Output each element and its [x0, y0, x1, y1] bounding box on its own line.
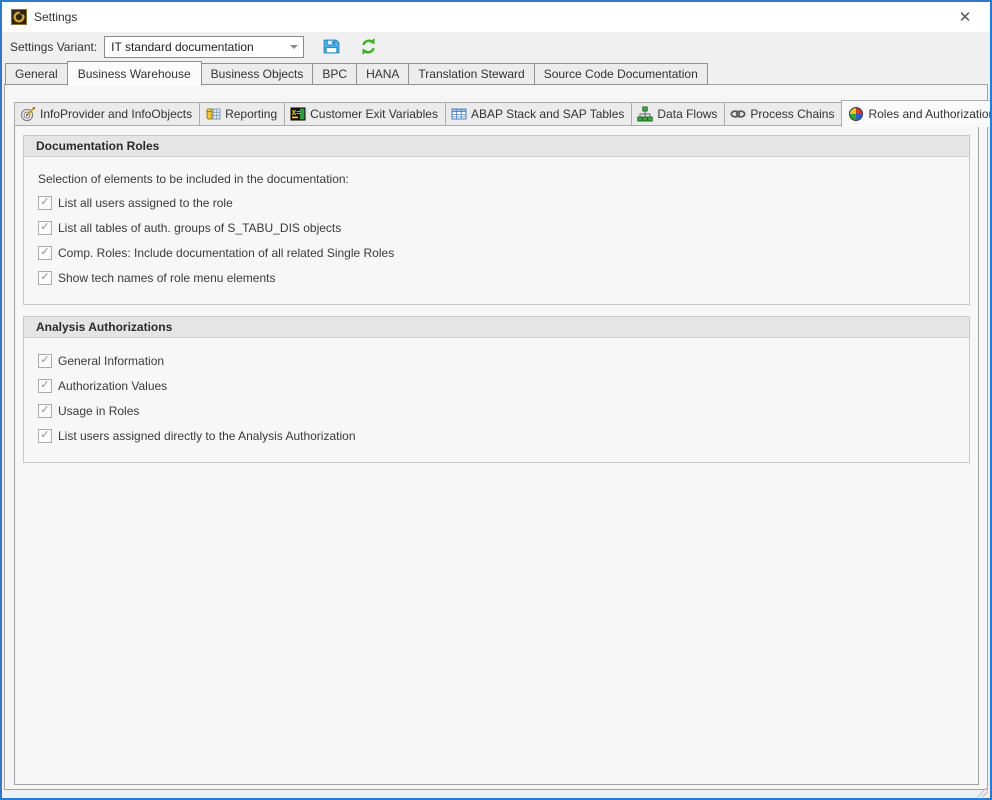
checkbox-label: List all users assigned to the role — [58, 196, 233, 210]
checkbox-row: ✓ List users assigned directly to the An… — [38, 423, 969, 448]
checkbox-label: Usage in Roles — [58, 404, 139, 418]
dropdown-arrow-icon — [285, 45, 303, 49]
analysis-authorizations-groupbox: Analysis Authorizations ✓ General Inform… — [23, 316, 970, 463]
variant-dropdown[interactable]: IT standard documentation — [104, 36, 304, 58]
checkbox-general-information[interactable]: ✓ — [38, 354, 52, 368]
section-title: Documentation Roles — [24, 136, 969, 157]
subtab-process-chains[interactable]: Process Chains — [724, 102, 842, 126]
close-button[interactable]: ✕ — [949, 4, 981, 30]
checkmark-icon: ✓ — [40, 405, 49, 416]
checkbox-show-tech-names[interactable]: ✓ — [38, 271, 52, 285]
checkbox-row: ✓ Show tech names of role menu elements — [38, 265, 969, 290]
variant-label: Settings Variant: — [10, 40, 97, 54]
subtab-reporting[interactable]: Reporting — [199, 102, 285, 126]
checkbox-label: Authorization Values — [58, 379, 167, 393]
checkbox-label: List all tables of auth. groups of S_TAB… — [58, 221, 341, 235]
checkmark-icon: ✓ — [40, 355, 49, 366]
checkbox-row: ✓ Authorization Values — [38, 373, 969, 398]
settings-window: Settings ✕ Settings Variant: IT standard… — [0, 0, 992, 800]
tree-hierarchy-icon — [637, 106, 653, 122]
subtab-roles-authorizations[interactable]: Roles and Authorizations — [841, 100, 992, 127]
checkbox-list-tables-auth-groups[interactable]: ✓ — [38, 221, 52, 235]
title-bar: Settings ✕ — [2, 2, 990, 32]
blue-table-icon — [451, 106, 467, 122]
color-pie-icon — [848, 106, 864, 122]
tab-business-warehouse[interactable]: Business Warehouse — [67, 61, 202, 86]
subtab-infoprovider[interactable]: InfoProvider and InfoObjects — [14, 102, 200, 126]
resize-grip[interactable] — [977, 786, 988, 797]
variables-icon: X= — [290, 106, 306, 122]
save-button[interactable] — [322, 37, 341, 56]
target-dart-icon — [20, 106, 36, 122]
refresh-button[interactable] — [359, 37, 378, 56]
checkbox-label: Show tech names of role menu elements — [58, 271, 275, 285]
variant-value: IT standard documentation — [105, 40, 285, 54]
subtab-abap-stack[interactable]: ABAP Stack and SAP Tables — [445, 102, 632, 126]
checkbox-list-users-role[interactable]: ✓ — [38, 196, 52, 210]
subtab-customer-exit-variables[interactable]: X= Customer Exit Variables — [284, 102, 446, 126]
window-title: Settings — [34, 10, 77, 24]
checkbox-label: Comp. Roles: Include documentation of al… — [58, 246, 394, 260]
sub-tab-strip: InfoProvider and InfoObjects Reporting — [14, 100, 992, 126]
close-icon: ✕ — [959, 8, 972, 26]
checkbox-list-users-analysis-auth[interactable]: ✓ — [38, 429, 52, 443]
roles-authorizations-panel: Documentation Roles Selection of element… — [14, 125, 979, 785]
checkmark-icon: ✓ — [40, 380, 49, 391]
checkbox-usage-in-roles[interactable]: ✓ — [38, 404, 52, 418]
floppy-disk-icon — [322, 37, 341, 56]
checkmark-icon: ✓ — [40, 272, 49, 283]
tab-translation-steward[interactable]: Translation Steward — [408, 63, 534, 85]
checkbox-label: General Information — [58, 354, 164, 368]
documentation-roles-groupbox: Documentation Roles Selection of element… — [23, 135, 970, 305]
checkbox-authorization-values[interactable]: ✓ — [38, 379, 52, 393]
checkbox-comp-roles[interactable]: ✓ — [38, 246, 52, 260]
business-warehouse-panel: InfoProvider and InfoObjects Reporting — [4, 84, 988, 790]
cylinder-table-icon — [205, 106, 221, 122]
subtab-data-flows[interactable]: Data Flows — [631, 102, 725, 126]
checkmark-icon: ✓ — [40, 197, 49, 208]
tab-general[interactable]: General — [5, 63, 68, 85]
main-tab-strip: General Business Warehouse Business Obje… — [5, 60, 708, 85]
checkbox-label: List users assigned directly to the Anal… — [58, 429, 356, 443]
section-title: Analysis Authorizations — [24, 317, 969, 338]
chain-links-icon — [730, 106, 746, 122]
tab-hana[interactable]: HANA — [356, 63, 409, 85]
tab-business-objects[interactable]: Business Objects — [201, 63, 314, 85]
variant-toolbar: Settings Variant: IT standard documentat… — [2, 32, 990, 61]
checkbox-row: ✓ General Information — [38, 348, 969, 373]
refresh-icon — [359, 37, 378, 56]
checkmark-icon: ✓ — [40, 222, 49, 233]
checkmark-icon: ✓ — [40, 247, 49, 258]
section-intro: Selection of elements to be included in … — [38, 172, 969, 186]
app-icon — [11, 9, 27, 25]
tab-bpc[interactable]: BPC — [312, 63, 357, 85]
checkbox-row: ✓ Comp. Roles: Include documentation of … — [38, 240, 969, 265]
checkmark-icon: ✓ — [40, 430, 49, 441]
tab-source-code-documentation[interactable]: Source Code Documentation — [534, 63, 708, 85]
checkbox-row: ✓ List all tables of auth. groups of S_T… — [38, 215, 969, 240]
checkbox-row: ✓ Usage in Roles — [38, 398, 969, 423]
checkbox-row: ✓ List all users assigned to the role — [38, 190, 969, 215]
